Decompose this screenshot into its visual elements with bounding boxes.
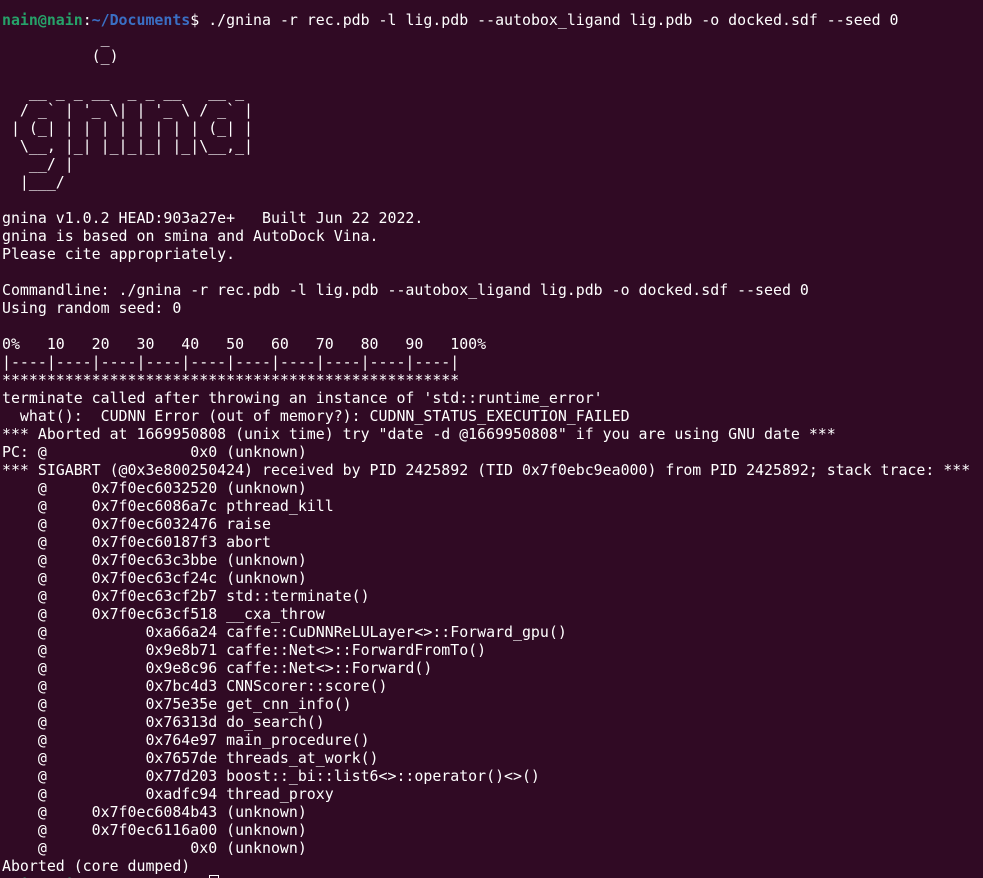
output-line: gnina is based on smina and AutoDock Vin… [2, 227, 379, 245]
output-line: @ 0x764e97 main_procedure() [2, 731, 370, 749]
output-line: Please cite appropriately. [2, 245, 236, 263]
output-line: |----|----|----|----|----|----|----|----… [2, 353, 460, 371]
banner-line [2, 65, 983, 83]
output-line: @ 0x75e35e get_cnn_info() [2, 695, 352, 713]
output-line: @ 0xadfc94 thread_proxy [2, 785, 334, 803]
banner-line: __/ | [2, 155, 74, 173]
command-line: nain@nain:~/Documents$ ./gnina -r rec.pd… [2, 11, 983, 29]
banner-line: |___/ [2, 173, 65, 191]
output-line: @ 0x7f0ec60187f3 abort [2, 533, 271, 551]
banner-line: | (_| | | | | | | | | (_| | [2, 119, 254, 137]
output-line: @ 0x7f0ec6032476 raise [2, 515, 271, 533]
output-line: PC: @ 0x0 (unknown) [2, 443, 307, 461]
output-line: @ 0x77d203 boost::_bi::list6<>::operator… [2, 767, 540, 785]
gnina-ascii-banner: _ (_) __ _ _ __ _ _ __ __ _ / _` | '_ \|… [2, 29, 983, 191]
output-line: ****************************************… [2, 371, 460, 389]
output-line: *** SIGABRT (@0x3e800250424) received by… [2, 461, 971, 479]
output-line: gnina v1.0.2 HEAD:903a27e+ Built Jun 22 … [2, 209, 424, 227]
output-line: @ 0x7f0ec6086a7c pthread_kill [2, 497, 334, 515]
prompt-separator: : [82, 11, 92, 29]
output-line: @ 0xa66a24 caffe::CuDNNReLULayer<>::Forw… [2, 623, 567, 641]
output-line: @ 0x7f0ec63cf2b7 std::terminate() [2, 587, 370, 605]
output-line: @ 0x9e8c96 caffe::Net<>::Forward() [2, 659, 433, 677]
terminal-window[interactable]: nain@nain:~/Documents$ ./gnina -r rec.pd… [0, 0, 983, 878]
banner-line: / _` | '_ \| | '_ \ / _` | [2, 101, 254, 119]
output-line: terminate called after throwing an insta… [2, 389, 603, 407]
banner-line: _ [2, 29, 110, 47]
output-line: 0% 10 20 30 40 50 60 70 80 90 100% [2, 335, 487, 353]
banner-line: (_) [2, 47, 119, 65]
output-line: Aborted (core dumped) [2, 857, 191, 875]
output-line: Using random seed: 0 [2, 299, 182, 317]
output-line: @ 0x7f0ec6032520 (unknown) [2, 479, 307, 497]
command-text: ./gnina -r rec.pdb -l lig.pdb --autobox_… [208, 11, 899, 29]
output-line: @ 0x9e8b71 caffe::Net<>::ForwardFromTo() [2, 641, 487, 659]
output-line: @ 0x7f0ec6084b43 (unknown) [2, 803, 307, 821]
output-line: @ 0x76313d do_search() [2, 713, 325, 731]
output-line: @ 0x7f0ec63cf518 __cxa_throw [2, 605, 325, 623]
output-line: *** Aborted at 1669950808 (unix time) tr… [2, 425, 836, 443]
prompt-user-host: nain@nain [2, 11, 83, 29]
banner-line: \__, |_| |_|_|_| |_|\__,_| [2, 137, 254, 155]
output-line: @ 0x7bc4d3 CNNScorer::score() [2, 677, 388, 695]
output-line: @ 0x0 (unknown) [2, 839, 307, 857]
prompt-path: ~/Documents [91, 11, 191, 29]
output-line: @ 0x7f0ec6116a00 (unknown) [2, 821, 307, 839]
prompt-symbol: $ [190, 11, 209, 29]
output-line: what(): CUDNN Error (out of memory?): CU… [2, 407, 630, 425]
output-line: @ 0x7f0ec63cf24c (unknown) [2, 569, 307, 587]
output-line: @ 0x7657de threads_at_work() [2, 749, 379, 767]
terminal-output: gnina v1.0.2 HEAD:903a27e+ Built Jun 22 … [2, 191, 983, 875]
output-line: Commandline: ./gnina -r rec.pdb -l lig.p… [2, 281, 809, 299]
output-line: @ 0x7f0ec63c3bbe (unknown) [2, 551, 307, 569]
banner-line: __ _ _ __ _ _ __ __ _ [2, 83, 245, 101]
